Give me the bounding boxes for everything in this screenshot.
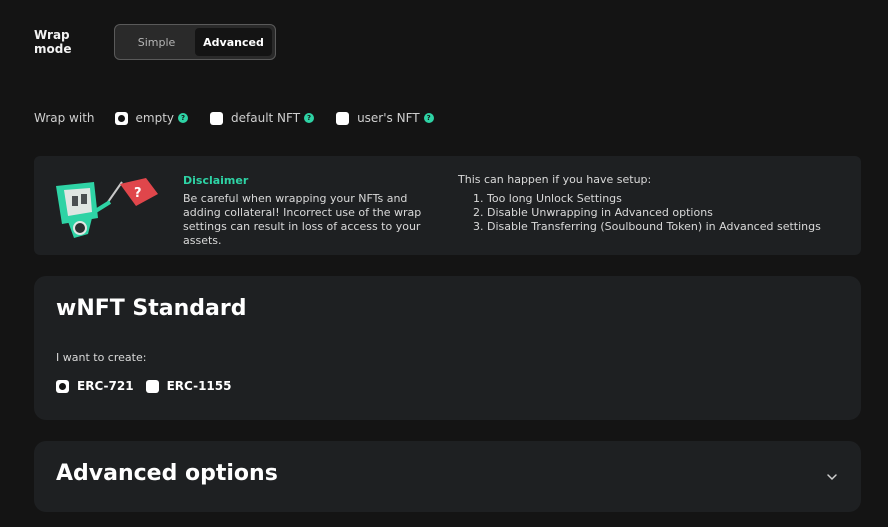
- wrap-with-users-nft-checkbox[interactable]: [336, 111, 350, 125]
- disclaimer-title: Disclaimer: [183, 174, 249, 187]
- flag-question-icon: ?: [134, 186, 142, 201]
- disclaimer-intro: This can happen if you have setup:: [458, 173, 652, 186]
- list-item: 1. Too long Unlock Settings: [473, 192, 622, 205]
- wrap-with-users-nft-option[interactable]: user's NFT ?: [336, 111, 434, 125]
- wrap-mode-switch: Simple Advanced: [114, 24, 276, 60]
- mascot-illustration: ?: [56, 178, 158, 238]
- wrap-with-empty-radio[interactable]: [114, 111, 128, 125]
- wrap-mode-simple-button[interactable]: Simple: [118, 28, 195, 56]
- advanced-options-title: Advanced options: [56, 461, 278, 486]
- wrap-with-row: Wrap with empty ? default NFT ? user's N…: [34, 111, 456, 125]
- wnft-standard-title: wNFT Standard: [56, 296, 247, 321]
- wrap-with-default-nft-option[interactable]: default NFT ?: [210, 111, 315, 125]
- list-item: 2. Disable Unwrapping in Advanced option…: [473, 206, 713, 219]
- help-icon[interactable]: ?: [304, 113, 315, 123]
- wrap-with-default-nft-label: default NFT: [231, 111, 301, 125]
- disclaimer-card: ? Disclaimer Be careful when wrapping yo…: [34, 156, 861, 255]
- wrap-mode-advanced-button[interactable]: Advanced: [195, 28, 272, 56]
- chevron-down-icon[interactable]: [826, 471, 838, 483]
- wnft-standard-subtitle: I want to create:: [56, 351, 147, 364]
- wrap-mode-row: Wrap mode Simple Advanced: [34, 24, 276, 60]
- erc721-label: ERC-721: [77, 379, 134, 393]
- wrap-with-empty-option[interactable]: empty ?: [114, 111, 189, 125]
- wrap-with-users-nft-label: user's NFT: [357, 111, 420, 125]
- wnft-standard-options: ERC-721 ERC-1155: [56, 379, 243, 393]
- disclaimer-list: 1. Too long Unlock Settings 2. Disable U…: [473, 192, 821, 234]
- wrap-mode-label: Wrap mode: [34, 28, 72, 56]
- wrap-with-label: Wrap with: [34, 111, 95, 125]
- erc1155-label: ERC-1155: [166, 379, 232, 393]
- help-icon[interactable]: ?: [423, 113, 434, 123]
- erc1155-option[interactable]: ERC-1155: [145, 379, 232, 393]
- wnft-standard-card: wNFT Standard I want to create: ERC-721 …: [34, 276, 861, 420]
- wrap-with-empty-label: empty: [135, 111, 175, 125]
- advanced-options-card[interactable]: Advanced options: [34, 441, 861, 512]
- help-icon[interactable]: ?: [178, 113, 189, 123]
- list-item: 3. Disable Transferring (Soulbound Token…: [473, 220, 821, 233]
- disclaimer-text: Be careful when wrapping your NFTs and a…: [183, 192, 422, 247]
- wrap-with-default-nft-checkbox[interactable]: [210, 111, 224, 125]
- erc721-radio[interactable]: [56, 379, 69, 393]
- erc721-option[interactable]: ERC-721: [56, 379, 134, 393]
- erc1155-radio[interactable]: [145, 379, 159, 393]
